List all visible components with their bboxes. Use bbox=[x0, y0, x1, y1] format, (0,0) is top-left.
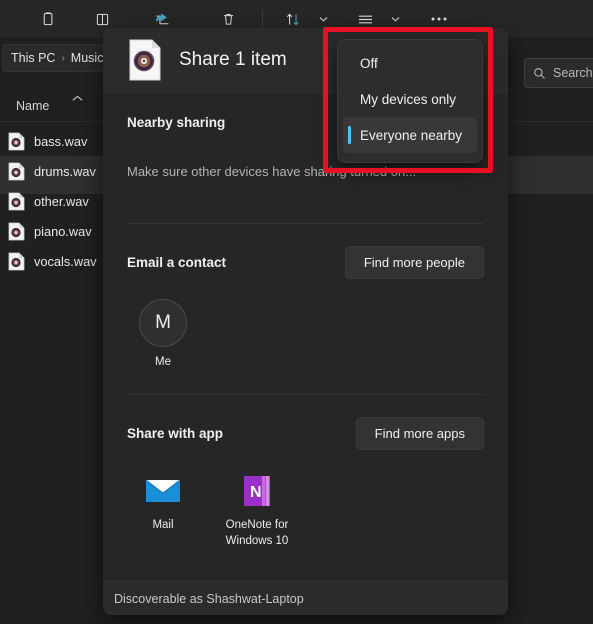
contact-list: M Me bbox=[127, 279, 484, 368]
dropdown-option-label: Off bbox=[360, 55, 378, 71]
share-dialog-status-bar: Discoverable as Shashwat-Laptop bbox=[103, 581, 508, 615]
app-list: Mail N OneNote for Windows 10 bbox=[127, 450, 484, 549]
share-with-app-section-header: Share with app Find more apps bbox=[127, 395, 484, 450]
app-label: Mail bbox=[152, 519, 174, 531]
app-item-mail[interactable]: Mail bbox=[127, 472, 199, 549]
wav-file-icon bbox=[127, 39, 163, 81]
column-header-name[interactable]: Name bbox=[16, 99, 49, 113]
screen: This PC › Music Search Name bass.wav drum… bbox=[0, 0, 593, 624]
dropdown-option-my-devices-only[interactable]: My devices only bbox=[343, 81, 477, 117]
find-more-people-button[interactable]: Find more people bbox=[344, 246, 484, 279]
dropdown-option-label: Everyone nearby bbox=[360, 127, 463, 143]
file-name: other.wav bbox=[34, 193, 89, 209]
search-input[interactable]: Search bbox=[524, 58, 593, 88]
app-item-onenote[interactable]: N OneNote for Windows 10 bbox=[221, 472, 293, 549]
avatar: M bbox=[139, 299, 187, 347]
contact-item-me[interactable]: M Me bbox=[127, 299, 199, 368]
breadcrumb-separator-icon: › bbox=[61, 52, 65, 64]
find-more-apps-button[interactable]: Find more apps bbox=[355, 417, 484, 450]
file-name: bass.wav bbox=[34, 133, 88, 149]
nearby-sharing-title: Nearby sharing bbox=[127, 115, 226, 130]
file-name: piano.wav bbox=[34, 223, 92, 239]
dropdown-option-label: My devices only bbox=[360, 91, 457, 107]
wav-file-icon bbox=[8, 162, 25, 181]
file-name: vocals.wav bbox=[34, 253, 97, 269]
share-with-app-title: Share with app bbox=[127, 426, 224, 441]
email-contact-title: Email a contact bbox=[127, 255, 227, 270]
search-placeholder: Search bbox=[553, 66, 593, 80]
onenote-app-icon: N bbox=[238, 472, 276, 510]
mail-app-icon bbox=[144, 472, 182, 510]
file-name: drums.wav bbox=[34, 163, 96, 179]
wav-file-icon bbox=[8, 222, 25, 241]
nearby-sharing-dropdown[interactable]: Off My devices only Everyone nearby bbox=[337, 39, 483, 163]
wav-file-icon bbox=[8, 252, 25, 271]
toolbar-divider bbox=[262, 10, 263, 28]
dropdown-option-off[interactable]: Off bbox=[343, 45, 477, 81]
copy-icon[interactable] bbox=[28, 4, 68, 34]
svg-text:N: N bbox=[250, 484, 262, 501]
contact-label: Me bbox=[155, 356, 171, 368]
search-icon bbox=[534, 67, 545, 79]
wav-file-icon bbox=[8, 132, 25, 151]
breadcrumb-current[interactable]: Music bbox=[71, 51, 104, 65]
email-contact-section-header: Email a contact Find more people bbox=[127, 224, 484, 279]
sort-ascending-icon bbox=[72, 94, 83, 104]
dropdown-option-everyone-nearby[interactable]: Everyone nearby bbox=[343, 117, 477, 153]
share-dialog-title: Share 1 item bbox=[179, 49, 287, 70]
discoverable-status-text: Discoverable as Shashwat-Laptop bbox=[114, 591, 304, 606]
app-label: OneNote for Windows 10 bbox=[225, 519, 289, 547]
wav-file-icon bbox=[8, 192, 25, 211]
selected-indicator bbox=[348, 126, 351, 144]
breadcrumb-root[interactable]: This PC bbox=[11, 51, 55, 65]
